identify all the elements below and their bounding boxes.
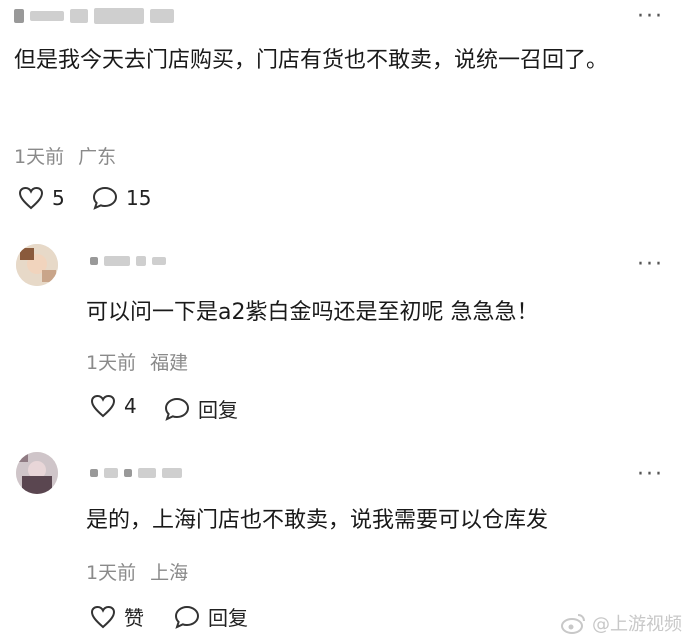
weibo-logo-icon [561, 614, 585, 634]
more-icon[interactable]: ··· [637, 6, 664, 28]
comment-text: 可以问一下是a2紫白金吗还是至初呢 急急急！ [86, 300, 539, 325]
comment-text: 但是我今天去门店购买，门店有货也不敢卖，说统一召回了。 [14, 48, 609, 73]
like-button[interactable]: 5 [18, 186, 65, 210]
reply-label: 回复 [208, 606, 248, 630]
reply-button[interactable]: 15 [92, 186, 151, 210]
like-count: 4 [124, 394, 137, 418]
comment-time: 1天前 [14, 146, 65, 168]
comment-meta: 1天前 上海 [86, 558, 188, 585]
heart-icon [90, 394, 116, 418]
comment-icon [164, 397, 190, 421]
comment-text: 是的，上海门店也不敢卖，说我需要可以仓库发 [86, 508, 549, 533]
avatar-image [16, 244, 58, 286]
comment-meta: 1天前 广东 [14, 142, 116, 169]
comment-meta: 1天前 福建 [86, 348, 188, 375]
reply-button[interactable]: 回复 [164, 394, 238, 423]
watermark: @上游视频 [560, 610, 682, 636]
comment-time: 1天前 [86, 352, 137, 374]
username-blurred[interactable] [90, 468, 182, 478]
like-button[interactable]: 赞 [90, 602, 144, 631]
comment-icon [92, 186, 118, 210]
watermark-text: @上游视频 [592, 614, 682, 635]
like-count: 5 [52, 186, 65, 210]
comment-time: 1天前 [86, 562, 137, 584]
username-blurred[interactable] [14, 8, 174, 24]
reply-button[interactable]: 回复 [174, 602, 248, 631]
reply-label: 回复 [198, 398, 238, 422]
avatar[interactable] [16, 244, 58, 286]
avatar-image [16, 452, 58, 494]
comment-location: 上海 [150, 562, 189, 584]
comment-location: 福建 [150, 352, 189, 374]
comment-location: 广东 [78, 146, 117, 168]
comment-icon [174, 605, 200, 629]
more-icon[interactable]: ··· [637, 254, 664, 276]
avatar[interactable] [16, 452, 58, 494]
heart-icon [18, 186, 44, 210]
heart-icon [90, 605, 116, 628]
like-button[interactable]: 4 [90, 394, 137, 418]
more-icon[interactable]: ··· [637, 464, 664, 486]
username-blurred[interactable] [90, 256, 166, 266]
reply-count: 15 [126, 186, 152, 210]
like-label: 赞 [124, 606, 144, 630]
